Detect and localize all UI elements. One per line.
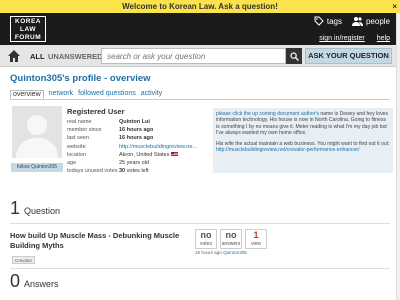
section-divider xyxy=(10,223,390,224)
signin-link[interactable]: sign in/register xyxy=(319,35,365,42)
votes-stat-label: votes xyxy=(200,241,212,247)
site-header: KOREA LAW FORUM tags people sign in/regi… xyxy=(0,13,400,45)
questions-label: Question xyxy=(24,206,61,216)
website-link[interactable]: http://musclebuildingreview.ne... xyxy=(119,143,197,151)
votes-stat-value: no xyxy=(200,230,212,240)
bio-paragraph: please click the up coming document auth… xyxy=(216,111,390,136)
votes-stat: no votes xyxy=(195,229,217,249)
ask-question-button[interactable]: ASK YOUR QUESTION xyxy=(305,48,392,64)
filter-all[interactable]: ALL xyxy=(30,52,45,61)
section-divider xyxy=(10,268,390,269)
last-seen-text: 16 hours ago xyxy=(119,135,154,142)
page-title: Quinton305's profile - overview xyxy=(10,73,151,84)
close-icon[interactable]: × xyxy=(392,0,397,13)
search-icon xyxy=(289,51,299,61)
member-since-value: 16 hours ago xyxy=(119,126,153,134)
info-key: real name xyxy=(67,119,92,125)
logo-line-1: KOREA xyxy=(15,18,41,25)
question-tag[interactable]: Crevalor xyxy=(12,256,35,264)
questions-count: 1 xyxy=(10,198,21,218)
tab-network[interactable]: network xyxy=(49,90,74,99)
last-seen-value: 16 hours ago xyxy=(119,134,153,142)
info-key: member since xyxy=(67,127,102,134)
info-key: age xyxy=(67,160,77,167)
tag-icon xyxy=(314,16,324,26)
notification-bar: Welcome to Korean Law. Ask a question! × xyxy=(0,0,400,13)
age-value: 25 years old xyxy=(119,160,149,167)
registered-label: Registered User xyxy=(67,107,125,116)
answers-stat: no answers xyxy=(220,229,242,249)
user-silhouette-icon xyxy=(16,115,58,158)
logo-line-2: LAW xyxy=(20,26,36,33)
info-key: last seen xyxy=(67,135,90,142)
real-name-value: Quinton Lui xyxy=(119,118,150,126)
info-row: website http://musclebuildingreview.ne... xyxy=(67,143,197,151)
answers-stat-label: answers xyxy=(221,241,241,247)
home-icon[interactable] xyxy=(7,49,21,63)
info-row: last seen 16 hours ago xyxy=(67,134,197,142)
question-title-link[interactable]: How build Up Muscle Mass - Debunking Mus… xyxy=(10,231,190,251)
answers-count: 0 xyxy=(10,271,21,291)
asked-time: 16 hours ago xyxy=(195,250,222,255)
info-row: member since 16 hours ago xyxy=(67,126,197,134)
info-row: todays unused votes 30 votes left xyxy=(67,167,197,175)
notification-text: Welcome to Korean Law. Ask a question! xyxy=(122,2,278,11)
votes-suffix: votes left xyxy=(126,168,149,175)
scrollbar[interactable] xyxy=(396,13,400,300)
member-since-text: 16 hours ago xyxy=(119,127,154,134)
votes-count: 30 xyxy=(119,168,126,175)
search-button[interactable] xyxy=(286,48,302,64)
filter-unanswered[interactable]: UNANSWERED xyxy=(48,52,103,61)
bio-text: His wife the actual maintain a web busin… xyxy=(216,141,390,148)
nav-tags[interactable]: tags xyxy=(314,16,342,26)
logo-line-3: FORUM xyxy=(14,34,42,41)
location-text: Akron, United States xyxy=(119,151,170,158)
real-name-text: Quinton Lui xyxy=(119,119,150,125)
tab-divider xyxy=(10,99,390,100)
search-bar: ALL UNANSWERED ASK YOUR QUESTION xyxy=(0,45,400,67)
info-row: age 25 years old xyxy=(67,159,197,167)
page: { "notification": {"text": "Welcome to K… xyxy=(0,0,400,300)
follow-button[interactable]: follow Quinton305 xyxy=(11,163,63,172)
nav-people-label: people xyxy=(365,16,390,26)
tab-followed-questions[interactable]: followed questions xyxy=(78,90,136,99)
help-link[interactable]: help xyxy=(377,35,390,42)
user-bio: please click the up coming document auth… xyxy=(213,108,393,173)
answers-stat-value: no xyxy=(225,230,237,240)
location-value: Akron, United States xyxy=(119,151,179,159)
search-input[interactable] xyxy=(101,48,286,64)
views-stat-value: 1 xyxy=(253,230,259,240)
info-row: location Akron, United States xyxy=(67,151,197,159)
questions-header: 1 Question xyxy=(10,198,60,219)
nav-tags-label: tags xyxy=(326,16,342,26)
asked-user-link[interactable]: Quinton305 xyxy=(223,250,247,255)
asked-info: 16 hours ago Quinton305 xyxy=(195,250,247,255)
info-key: website xyxy=(67,143,86,150)
tab-overview[interactable]: overview xyxy=(10,90,44,99)
us-flag-icon xyxy=(171,152,179,157)
profile-info: real name Quinton Lui member since 16 hour… xyxy=(67,118,197,175)
header-links: sign in/register help xyxy=(319,35,390,42)
header-nav: tags people xyxy=(314,16,390,26)
bio-paragraph: His wife the actual maintain a web busin… xyxy=(216,141,390,154)
tab-activity[interactable]: activity xyxy=(141,90,162,99)
answers-label: Answers xyxy=(24,279,59,289)
avatar xyxy=(12,106,62,158)
nav-people[interactable]: people xyxy=(351,16,390,26)
site-logo[interactable]: KOREA LAW FORUM xyxy=(10,16,46,42)
info-row: real name Quinton Lui xyxy=(67,118,197,126)
bio-link[interactable]: http://musclebuildingreview.net/crevalor… xyxy=(216,147,360,153)
people-icon xyxy=(351,17,363,26)
info-key: location xyxy=(67,151,86,158)
votes-value: 30 votes left xyxy=(119,167,149,175)
views-stat-label: view xyxy=(250,241,261,247)
answers-header: 0 Answers xyxy=(10,271,59,292)
views-stat: 1 view xyxy=(245,229,267,249)
info-key: todays unused votes xyxy=(67,168,118,175)
bio-link[interactable]: please click the up coming document auth… xyxy=(216,111,319,117)
profile-tabs: overview network followed questions acti… xyxy=(10,90,162,99)
